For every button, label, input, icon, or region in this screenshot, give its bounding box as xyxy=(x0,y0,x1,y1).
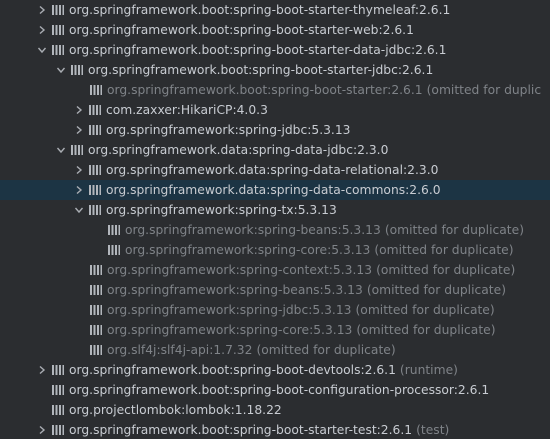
library-icon xyxy=(69,60,85,80)
dependency-label: org.springframework.boot:spring-boot-sta… xyxy=(107,83,423,97)
dependency-label: org.projectlombok:lombok:1.18.22 xyxy=(69,403,282,417)
library-icon xyxy=(87,180,103,200)
dependency-label: org.springframework.boot:spring-boot-sta… xyxy=(69,423,413,437)
library-icon xyxy=(87,200,103,220)
chevron-right-icon[interactable] xyxy=(34,0,50,20)
dependency-note: (omitted for duplicate) xyxy=(366,283,506,297)
library-icon xyxy=(50,400,66,420)
dependency-label: org.springframework:spring-context:5.3.1… xyxy=(107,263,373,277)
library-icon xyxy=(106,220,122,240)
library-icon xyxy=(87,160,103,180)
chevron-down-icon[interactable] xyxy=(34,40,50,60)
tree-row[interactable]: org.springframework:spring-core:5.3.13 (… xyxy=(0,320,550,340)
library-icon xyxy=(88,300,104,320)
library-icon xyxy=(88,80,104,100)
tree-row[interactable]: org.springframework.data:spring-data-jdb… xyxy=(0,140,550,160)
dependency-label: org.springframework:spring-beans:5.3.13 xyxy=(125,223,381,237)
tree-row-selected[interactable]: org.springframework.data:spring-data-com… xyxy=(0,180,550,200)
dependency-note: (omitted for duplic xyxy=(426,83,542,97)
dependency-label: org.springframework.boot:spring-boot-sta… xyxy=(69,43,447,57)
library-icon xyxy=(50,420,66,439)
dependency-scope: (runtime) xyxy=(399,363,458,377)
library-icon xyxy=(50,0,66,20)
tree-row[interactable]: org.springframework.boot:spring-boot-sta… xyxy=(0,60,550,80)
tree-row[interactable]: org.springframework:spring-context:5.3.1… xyxy=(0,260,550,280)
tree-row[interactable]: com.zaxxer:HikariCP:4.0.3 xyxy=(0,100,550,120)
chevron-right-icon[interactable] xyxy=(34,360,50,380)
tree-row[interactable]: org.springframework:spring-tx:5.3.13 xyxy=(0,200,550,220)
dependency-label: com.zaxxer:HikariCP:4.0.3 xyxy=(106,103,268,117)
library-icon xyxy=(50,360,66,380)
library-icon xyxy=(87,100,103,120)
tree-row[interactable]: org.springframework.boot:spring-boot-sta… xyxy=(0,420,550,439)
dependency-label: org.springframework.boot:spring-boot-sta… xyxy=(88,63,434,77)
tree-row[interactable]: org.springframework.boot:spring-boot-sta… xyxy=(0,80,550,100)
tree-row[interactable]: org.springframework.boot:spring-boot-sta… xyxy=(0,20,550,40)
dependency-note: (omitted for duplicate) xyxy=(374,243,514,257)
dependency-note: (omitted for duplicate) xyxy=(256,343,396,357)
dependency-label: org.springframework.boot:spring-boot-dev… xyxy=(69,363,396,377)
tree-row[interactable]: org.springframework:spring-beans:5.3.13 … xyxy=(0,280,550,300)
chevron-right-icon[interactable] xyxy=(71,100,87,120)
tree-row[interactable]: org.slf4j:slf4j-api:1.7.32 (omitted for … xyxy=(0,340,550,360)
library-icon xyxy=(69,140,85,160)
dependency-label: org.springframework.data:spring-data-jdb… xyxy=(88,143,389,157)
tree-row[interactable]: org.springframework.boot:spring-boot-con… xyxy=(0,380,550,400)
tree-row[interactable]: org.springframework.boot:spring-boot-sta… xyxy=(0,0,550,20)
dependency-label: org.slf4j:slf4j-api:1.7.32 xyxy=(107,343,253,357)
library-icon xyxy=(88,260,104,280)
chevron-right-icon[interactable] xyxy=(34,420,50,439)
tree-row[interactable]: org.springframework:spring-beans:5.3.13 … xyxy=(0,220,550,240)
library-icon xyxy=(87,120,103,140)
dependency-label: org.springframework:spring-jdbc:5.3.13 xyxy=(107,303,352,317)
chevron-down-icon[interactable] xyxy=(53,140,69,160)
dependency-note: (omitted for duplicate) xyxy=(356,323,496,337)
dependency-label: org.springframework:spring-beans:5.3.13 xyxy=(107,283,363,297)
dependency-label: org.springframework.data:spring-data-rel… xyxy=(106,163,439,177)
library-icon xyxy=(88,320,104,340)
dependency-label: org.springframework:spring-tx:5.3.13 xyxy=(106,203,337,217)
library-icon xyxy=(50,40,66,60)
chevron-down-icon[interactable] xyxy=(71,200,87,220)
dependency-label: org.springframework.data:spring-data-com… xyxy=(106,183,441,197)
tree-row[interactable]: org.springframework.boot:spring-boot-sta… xyxy=(0,40,550,60)
library-icon xyxy=(88,280,104,300)
tree-row[interactable]: org.springframework:spring-jdbc:5.3.13 (… xyxy=(0,300,550,320)
library-icon xyxy=(106,240,122,260)
dependency-scope: (test) xyxy=(416,423,450,437)
tree-row[interactable]: org.springframework.boot:spring-boot-dev… xyxy=(0,360,550,380)
tree-row[interactable]: org.springframework:spring-jdbc:5.3.13 xyxy=(0,120,550,140)
chevron-right-icon[interactable] xyxy=(71,160,87,180)
dependency-note: (omitted for duplicate) xyxy=(355,303,495,317)
dependency-note: (omitted for duplicate) xyxy=(384,223,524,237)
dependency-label: org.springframework:spring-jdbc:5.3.13 xyxy=(106,123,351,137)
tree-row[interactable]: org.springframework:spring-core:5.3.13 (… xyxy=(0,240,550,260)
chevron-right-icon[interactable] xyxy=(71,120,87,140)
library-icon xyxy=(88,340,104,360)
dependency-label: org.springframework:spring-core:5.3.13 xyxy=(125,243,371,257)
dependency-note: (omitted for duplicate) xyxy=(376,263,516,277)
library-icon xyxy=(50,380,66,400)
dependency-label: org.springframework.boot:spring-boot-sta… xyxy=(69,23,414,37)
dependency-tree: org.springframework.boot:spring-boot-sta… xyxy=(0,0,550,439)
dependency-label: org.springframework.boot:spring-boot-con… xyxy=(69,383,490,397)
library-icon xyxy=(50,20,66,40)
tree-row[interactable]: org.projectlombok:lombok:1.18.22 xyxy=(0,400,550,420)
chevron-down-icon[interactable] xyxy=(53,60,69,80)
dependency-label: org.springframework.boot:spring-boot-sta… xyxy=(69,3,451,17)
dependency-label: org.springframework:spring-core:5.3.13 xyxy=(107,323,353,337)
chevron-right-icon[interactable] xyxy=(71,180,87,200)
chevron-right-icon[interactable] xyxy=(34,20,50,40)
tree-row[interactable]: org.springframework.data:spring-data-rel… xyxy=(0,160,550,180)
